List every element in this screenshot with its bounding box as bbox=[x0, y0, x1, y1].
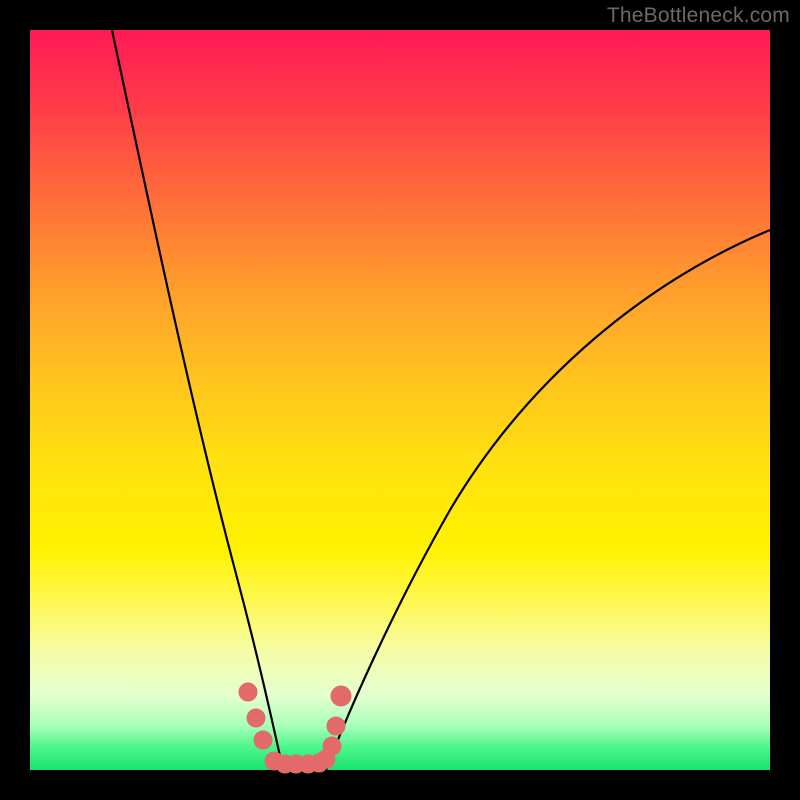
watermark-label: TheBottleneck.com bbox=[607, 4, 790, 28]
left-curve bbox=[112, 30, 282, 765]
trough-dots bbox=[239, 683, 351, 773]
right-curve bbox=[326, 230, 770, 770]
curves-svg bbox=[30, 30, 770, 770]
chart-frame: TheBottleneck.com bbox=[0, 0, 800, 800]
plot-area bbox=[30, 30, 770, 770]
